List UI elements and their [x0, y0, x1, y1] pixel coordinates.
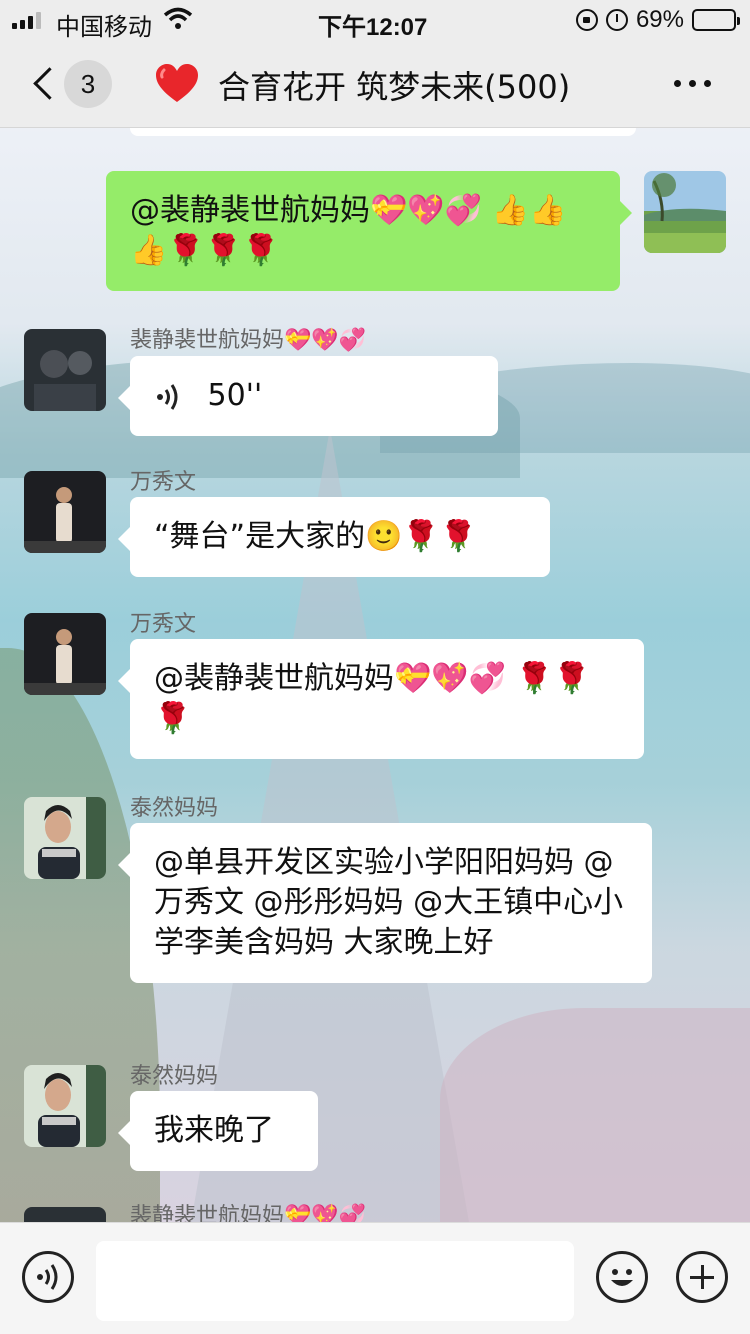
sender-name: 裴静裴世航妈妈💝💖💞 [130, 328, 367, 353]
voice-message-bubble[interactable]: 50'' [118, 356, 498, 436]
woman-portrait-avatar-image [24, 1065, 106, 1147]
message-text: “舞台”是大家的🙂🌹🌹 [154, 519, 478, 554]
signal-icon [12, 11, 41, 29]
sender-name: 万秀文 [130, 470, 197, 495]
woman-portrait-avatar-image [24, 797, 106, 879]
avatar[interactable] [24, 613, 106, 695]
avatar[interactable] [24, 1207, 106, 1222]
voice-playback-icon [157, 383, 178, 410]
chat-header: 3 合育花开 筑梦未来(500) [0, 40, 750, 128]
voice-input-button[interactable] [22, 1251, 74, 1303]
avatar[interactable] [24, 797, 106, 879]
incoming-message-bubble[interactable]: 我来晚了 [118, 1091, 318, 1171]
more-dots-icon [674, 80, 681, 87]
dark-portrait-avatar-image [24, 329, 106, 411]
status-time: 下午12:07 [318, 14, 428, 41]
alarm-icon [605, 9, 628, 31]
chat-title: 合育花开 筑梦未来(500) [218, 68, 571, 106]
avatar[interactable] [24, 329, 106, 411]
sender-name: 裴静裴世航妈妈💝💖💞 [130, 1204, 367, 1222]
message-text: @裴静裴世航妈妈💝💖💞 👍👍👍🌹🌹🌹 [130, 193, 567, 268]
landscape-avatar-image [644, 171, 726, 253]
back-button[interactable] [30, 62, 60, 106]
battery-percent: 69% [635, 6, 684, 33]
plus-icon[interactable] [676, 1251, 728, 1303]
battery-icon [692, 9, 740, 31]
sender-name: 泰然妈妈 [130, 796, 219, 821]
rotation-lock-icon [575, 9, 598, 31]
red-heart-icon [156, 64, 198, 102]
avatar[interactable] [24, 1065, 106, 1147]
incoming-message-bubble[interactable]: “舞台”是大家的🙂🌹🌹 [118, 497, 550, 577]
previous-message-bubble[interactable] [130, 128, 636, 136]
carrier-name: 中国移动 [56, 14, 152, 41]
wifi-icon [163, 7, 193, 29]
standing-person-avatar-image [24, 613, 106, 695]
emoji-button[interactable] [596, 1251, 648, 1303]
sender-name: 泰然妈妈 [130, 1064, 219, 1089]
voice-duration: 50'' [207, 378, 263, 413]
dark-portrait-avatar-image [24, 1207, 106, 1222]
incoming-message-bubble[interactable]: @单县开发区实验小学阳阳妈妈 @万秀文 @彤彤妈妈 @大王镇中心小学李美含妈妈 … [118, 823, 652, 983]
sender-name: 万秀文 [130, 612, 197, 637]
message-list[interactable]: @裴静裴世航妈妈💝💖💞 👍👍👍🌹🌹🌹 裴静裴世航妈妈💝💖💞 50'' 万秀文 “… [0, 128, 750, 1222]
message-text: @单县开发区实验小学阳阳妈妈 @万秀文 @彤彤妈妈 @大王镇中心小学李美含妈妈 … [154, 845, 624, 960]
message-input[interactable] [96, 1241, 574, 1321]
message-text: 我来晚了 [154, 1113, 274, 1148]
avatar[interactable] [24, 471, 106, 553]
message-input-bar [0, 1222, 750, 1334]
status-bar: 中国移动 下午12:07 69% [0, 0, 750, 41]
more-button[interactable] [674, 80, 711, 87]
message-text: @裴静裴世航妈妈💝💖💞 🌹🌹🌹 [154, 661, 591, 736]
voice-input-icon [37, 1264, 58, 1290]
standing-person-avatar-image [24, 471, 106, 553]
avatar[interactable] [644, 171, 726, 253]
smiley-icon [611, 1269, 633, 1286]
unread-count-badge[interactable]: 3 [64, 60, 112, 108]
incoming-message-bubble[interactable]: @裴静裴世航妈妈💝💖💞 🌹🌹🌹 [118, 639, 644, 759]
outgoing-message-bubble[interactable]: @裴静裴世航妈妈💝💖💞 👍👍👍🌹🌹🌹 [106, 171, 632, 291]
